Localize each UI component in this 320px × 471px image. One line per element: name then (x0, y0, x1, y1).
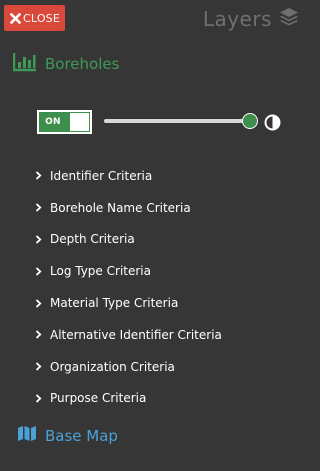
criteria-item-identifier[interactable]: Identifier Criteria (35, 160, 222, 192)
toggle-state-label: ON (45, 117, 61, 127)
criteria-label: Log Type Criteria (50, 264, 151, 279)
criteria-label: Borehole Name Criteria (50, 200, 191, 215)
boreholes-visibility-toggle[interactable]: ON (37, 110, 92, 134)
criteria-item-organization[interactable]: Organization Criteria (35, 351, 222, 383)
boreholes-opacity-slider[interactable] (104, 112, 258, 130)
bar-chart-icon (12, 52, 37, 76)
criteria-item-purpose[interactable]: Purpose Criteria (35, 383, 222, 415)
close-icon (9, 12, 21, 24)
slider-thumb[interactable] (242, 113, 258, 129)
base-map-section-header[interactable]: Base Map (17, 425, 118, 446)
chevron-right-icon (35, 394, 42, 403)
layers-icon (278, 6, 300, 32)
chevron-right-icon (35, 203, 42, 212)
criteria-item-material-type[interactable]: Material Type Criteria (35, 287, 222, 319)
chevron-right-icon (35, 362, 42, 371)
chevron-right-icon (35, 235, 42, 244)
criteria-item-borehole-name[interactable]: Borehole Name Criteria (35, 192, 222, 224)
boreholes-section-header[interactable]: Boreholes (12, 52, 120, 76)
layers-header: Layers (203, 6, 300, 32)
panel-title: Layers (202, 7, 272, 31)
chevron-right-icon (35, 267, 42, 276)
boreholes-label: Boreholes (45, 55, 120, 73)
toggle-knob (70, 113, 89, 131)
criteria-item-depth[interactable]: Depth Criteria (35, 224, 222, 256)
contrast-icon[interactable] (264, 114, 281, 131)
criteria-label: Organization Criteria (50, 359, 175, 374)
criteria-list: Identifier Criteria Borehole Name Criter… (35, 160, 222, 414)
criteria-label: Identifier Criteria (50, 168, 153, 183)
criteria-item-log-type[interactable]: Log Type Criteria (35, 255, 222, 287)
chevron-right-icon (35, 330, 42, 340)
criteria-item-alternative-identifier[interactable]: Alternative Identifier Criteria (35, 319, 222, 351)
base-map-label: Base Map (45, 426, 118, 445)
chevron-right-icon (35, 298, 42, 308)
criteria-label: Purpose Criteria (50, 391, 147, 406)
chevron-right-icon (35, 171, 42, 181)
close-button[interactable]: CLOSE (4, 5, 66, 31)
slider-track (104, 119, 250, 123)
criteria-label: Alternative Identifier Criteria (50, 327, 222, 342)
criteria-label: Material Type Criteria (50, 296, 179, 311)
close-label: CLOSE (23, 11, 61, 25)
map-icon (17, 425, 37, 446)
criteria-label: Depth Criteria (50, 232, 135, 247)
